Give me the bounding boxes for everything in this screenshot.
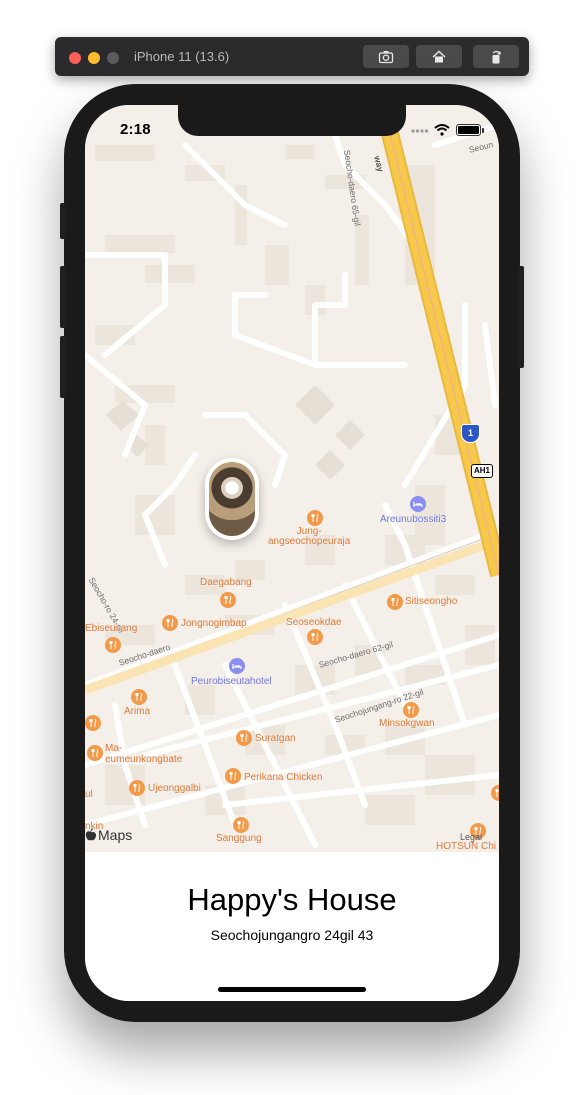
highway-shield-ah1: AH1 [471, 464, 493, 478]
camera-icon [378, 50, 394, 63]
apple-logo-icon [85, 828, 97, 841]
fork-knife-icon [135, 692, 143, 701]
place-title: Happy's House [187, 882, 397, 917]
restaurant-pin[interactable] [233, 817, 249, 833]
poi-label[interactable]: Suratgan [255, 733, 296, 744]
cellular-signal-icon [411, 129, 429, 133]
fork-knife-icon [133, 783, 141, 792]
rotate-button[interactable] [473, 45, 519, 68]
home-icon [432, 49, 446, 62]
poi-label[interactable]: Sanggung [216, 833, 262, 844]
poi-label[interactable]: Daegabang [200, 577, 252, 588]
mute-switch [60, 203, 66, 239]
hotel-pin[interactable] [229, 658, 245, 674]
maps-attribution-text: Maps [98, 827, 133, 843]
fork-knife-icon [311, 513, 319, 522]
poi-label[interactable]: ul [85, 789, 93, 800]
restaurant-pin[interactable] [387, 594, 403, 610]
volume-up-button [60, 266, 66, 328]
bed-icon [413, 502, 423, 507]
fork-knife-icon [311, 632, 319, 641]
poi-label[interactable]: Seoseokdae [286, 617, 342, 628]
restaurant-pin[interactable] [307, 510, 323, 526]
place-photo-annotation[interactable] [205, 458, 259, 540]
volume-down-button [60, 336, 66, 398]
dog-photo [209, 462, 255, 536]
poi-label[interactable]: Ebiseusang [85, 623, 137, 634]
poi-label[interactable]: Minsokgwan [379, 718, 435, 729]
poi-label[interactable]: Perikana Chicken [244, 772, 322, 783]
poi-label[interactable]: Ujeonggalbi [148, 783, 201, 794]
legal-link[interactable]: Legal [460, 832, 482, 842]
power-button [518, 266, 524, 368]
simulator-title: iPhone 11 (13.6) [134, 49, 230, 64]
fork-knife-icon [229, 771, 237, 780]
restaurant-pin[interactable] [131, 689, 147, 705]
restaurant-pin[interactable] [162, 615, 178, 631]
place-address: Seochojungangro 24gil 43 [210, 927, 374, 943]
place-info-sheet: Happy's House Seochojungangro 24gil 43 [85, 852, 499, 1001]
poi-label[interactable]: Jongnogimbap [181, 618, 247, 629]
poi-label[interactable]: Ma- eumeunkongbate [105, 743, 182, 765]
poi-label[interactable]: Jung- angseochopeuraja [268, 527, 350, 547]
poi-label[interactable]: Areunubossiti3 [380, 514, 446, 525]
fork-knife-icon [237, 820, 245, 829]
restaurant-pin[interactable] [236, 730, 252, 746]
close-window-button[interactable] [69, 52, 81, 64]
restaurant-pin[interactable] [225, 768, 241, 784]
restaurant-pin[interactable] [87, 745, 103, 761]
rotate-icon [492, 50, 501, 63]
home-indicator[interactable] [218, 987, 366, 992]
zoom-window-button[interactable] [107, 52, 119, 64]
fork-knife-icon [407, 705, 415, 714]
minimize-window-button[interactable] [88, 52, 100, 64]
fork-knife-icon [240, 733, 248, 742]
phone-screen: Seocho-daero 65-gil Seocho-daero Seocho-… [85, 105, 499, 1001]
restaurant-pin[interactable] [403, 702, 419, 718]
poi-label[interactable]: Arima [124, 706, 150, 717]
poi-label[interactable]: HOTSUN Chi [436, 841, 496, 852]
home-button[interactable] [416, 45, 462, 68]
poi-label[interactable]: Peurobiseutahotel [191, 676, 272, 687]
fork-knife-icon [391, 597, 399, 606]
highway-shield-1: 1 [461, 424, 480, 443]
wifi-icon [434, 124, 450, 136]
notch [178, 105, 406, 136]
fork-knife-icon [109, 640, 117, 649]
fork-knife-icon [224, 595, 232, 604]
battery-icon [456, 124, 484, 136]
fork-knife-icon [91, 748, 99, 757]
screenshot-button[interactable] [363, 45, 409, 68]
restaurant-pin[interactable] [105, 637, 121, 653]
restaurant-pin[interactable] [129, 780, 145, 796]
maps-attribution: Maps [85, 827, 132, 843]
fork-knife-icon [495, 789, 499, 797]
status-time: 2:18 [120, 121, 151, 138]
simulator-toolbar: iPhone 11 (13.6) [55, 37, 529, 76]
poi-label[interactable]: Sitiseongho [405, 596, 457, 607]
restaurant-pin[interactable] [307, 629, 323, 645]
bed-icon [232, 664, 242, 669]
restaurant-pin[interactable] [220, 592, 236, 608]
hotel-pin[interactable] [410, 496, 426, 512]
map-view[interactable]: Seocho-daero 65-gil Seocho-daero Seocho-… [85, 105, 499, 852]
restaurant-pin[interactable] [85, 715, 101, 731]
fork-knife-icon [166, 618, 174, 627]
fork-knife-icon [89, 718, 97, 727]
